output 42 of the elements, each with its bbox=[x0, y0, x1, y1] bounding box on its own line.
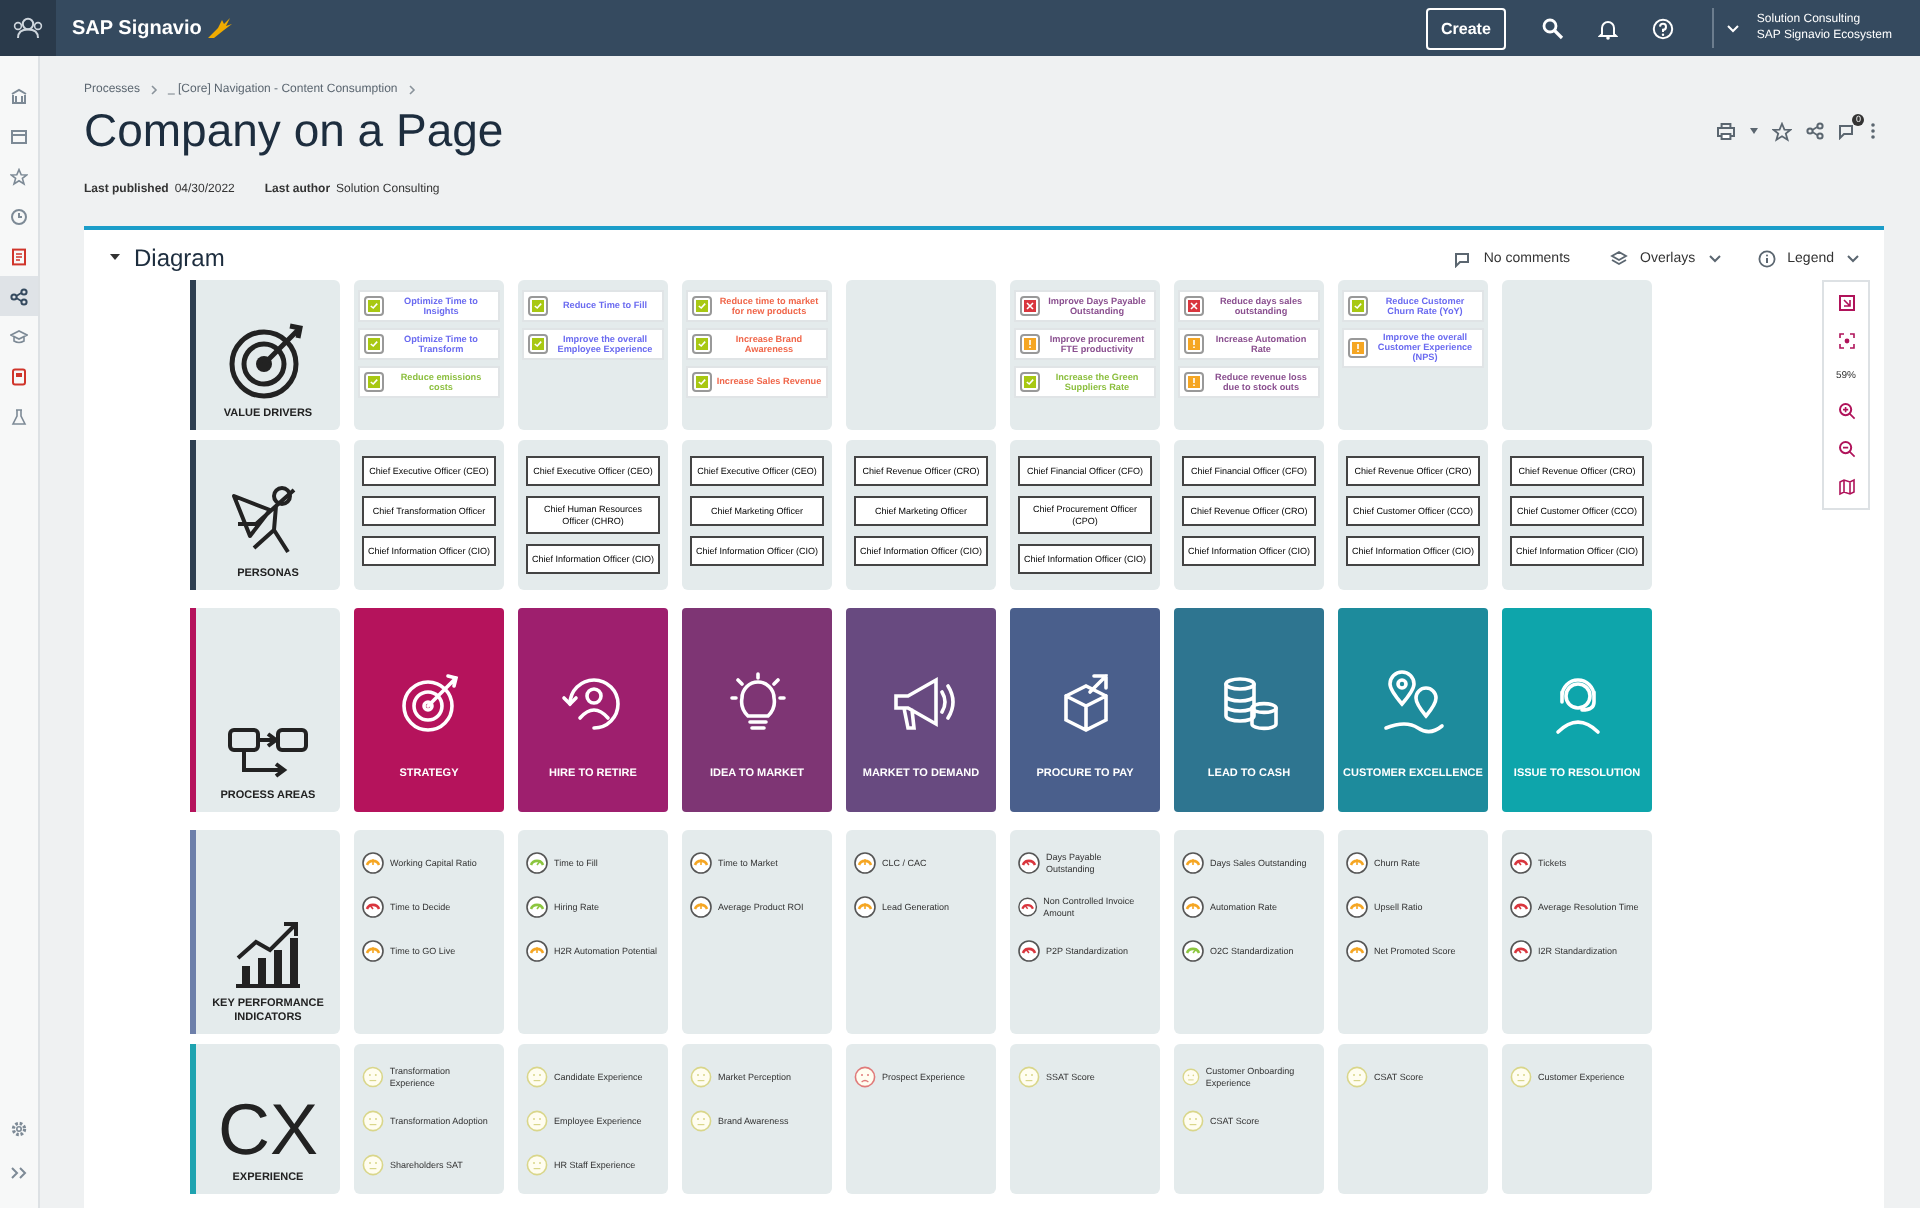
bell-icon[interactable] bbox=[1598, 17, 1619, 39]
bank-icon bbox=[10, 87, 28, 105]
comment-icon[interactable] bbox=[1838, 122, 1856, 140]
chevron-down-icon bbox=[1707, 253, 1722, 263]
diagram-icon bbox=[10, 287, 28, 305]
sidebar-item[interactable] bbox=[0, 276, 38, 316]
chevron-down-icon bbox=[1846, 253, 1860, 263]
section-title: Diagram bbox=[134, 244, 225, 272]
document-icon bbox=[10, 247, 28, 265]
comment-icon bbox=[1453, 249, 1472, 267]
star-icon bbox=[10, 167, 28, 185]
inbox-icon bbox=[10, 127, 28, 145]
help-icon[interactable] bbox=[1652, 17, 1675, 39]
focus-icon[interactable] bbox=[1837, 332, 1855, 350]
history-icon bbox=[10, 207, 28, 225]
printer-icon[interactable] bbox=[1716, 122, 1736, 140]
flask-icon bbox=[10, 407, 28, 425]
zoom-in-icon[interactable] bbox=[1837, 402, 1855, 420]
chevron-down-icon[interactable] bbox=[1726, 23, 1741, 33]
chevron-right-icon bbox=[407, 84, 416, 96]
caret-icon[interactable] bbox=[1750, 128, 1758, 134]
expand-icon[interactable] bbox=[10, 1166, 28, 1180]
logo-text[interactable]: SAP Signavio bbox=[72, 17, 202, 39]
collapse-caret-icon[interactable] bbox=[110, 254, 120, 262]
cx-mark: CX bbox=[217, 1096, 318, 1164]
search-icon[interactable] bbox=[1542, 17, 1565, 39]
map-icon[interactable] bbox=[1837, 478, 1855, 496]
create-button[interactable]: Create bbox=[1425, 7, 1507, 49]
fit-screen-icon[interactable] bbox=[1837, 294, 1855, 312]
graduation-cap-icon bbox=[10, 327, 28, 345]
layers-icon bbox=[1610, 249, 1629, 267]
info-icon bbox=[1757, 249, 1776, 267]
report-icon bbox=[10, 367, 28, 385]
user-group-icon[interactable] bbox=[0, 0, 56, 56]
deer-logo-icon bbox=[205, 16, 234, 40]
star-icon[interactable] bbox=[1772, 121, 1792, 141]
chevron-right-icon bbox=[150, 84, 159, 96]
more-icon[interactable] bbox=[1870, 122, 1876, 140]
share-icon[interactable] bbox=[1806, 122, 1824, 140]
page-title: Company on a Page bbox=[84, 104, 504, 158]
settings-icon[interactable] bbox=[10, 1120, 28, 1138]
zoom-out-icon[interactable] bbox=[1837, 440, 1855, 458]
